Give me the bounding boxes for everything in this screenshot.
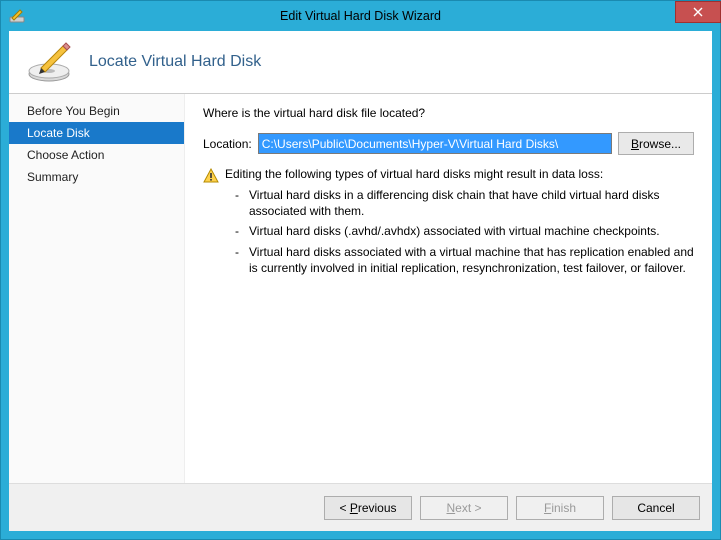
warning-item: Virtual hard disks in a differencing dis…: [239, 187, 694, 219]
previous-button[interactable]: < Previous: [324, 496, 412, 520]
disk-pencil-icon: [27, 40, 75, 84]
step-locate-disk[interactable]: Locate Disk: [9, 122, 184, 144]
wizard-content: Where is the virtual hard disk file loca…: [185, 94, 712, 483]
step-choose-action[interactable]: Choose Action: [9, 144, 184, 166]
client-area: Locate Virtual Hard Disk Before You Begi…: [9, 31, 712, 531]
app-icon: [9, 8, 25, 24]
close-button[interactable]: [675, 1, 721, 23]
wizard-header: Locate Virtual Hard Disk: [9, 31, 712, 94]
warning-item: Virtual hard disks (.avhd/.avhdx) associ…: [239, 223, 694, 239]
warning-item: Virtual hard disks associated with a vir…: [239, 244, 694, 276]
title-bar: Edit Virtual Hard Disk Wizard: [1, 1, 720, 31]
close-icon: [693, 7, 703, 17]
prompt-text: Where is the virtual hard disk file loca…: [203, 106, 694, 120]
page-title: Locate Virtual Hard Disk: [89, 53, 261, 71]
location-row: Location: Browse...: [203, 132, 694, 155]
warning-block: Editing the following types of virtual h…: [203, 167, 694, 280]
warning-list: Virtual hard disks in a differencing dis…: [225, 187, 694, 276]
browse-button-label: Browse...: [631, 137, 681, 151]
location-input[interactable]: [258, 133, 612, 154]
wizard-steps: Before You Begin Locate Disk Choose Acti…: [9, 94, 185, 483]
next-button: Next >: [420, 496, 508, 520]
warning-content: Editing the following types of virtual h…: [225, 167, 694, 280]
wizard-footer: < Previous Next > Finish Cancel: [9, 483, 712, 531]
warning-title: Editing the following types of virtual h…: [225, 167, 694, 181]
wizard-body: Before You Begin Locate Disk Choose Acti…: [9, 94, 712, 483]
warning-icon: [203, 167, 219, 280]
step-summary[interactable]: Summary: [9, 166, 184, 188]
browse-button[interactable]: Browse...: [618, 132, 694, 155]
cancel-button[interactable]: Cancel: [612, 496, 700, 520]
location-label: Location:: [203, 137, 252, 151]
step-before-you-begin[interactable]: Before You Begin: [9, 100, 184, 122]
wizard-window: Edit Virtual Hard Disk Wizard Locate Vir…: [0, 0, 721, 540]
finish-button: Finish: [516, 496, 604, 520]
window-title: Edit Virtual Hard Disk Wizard: [1, 9, 720, 23]
